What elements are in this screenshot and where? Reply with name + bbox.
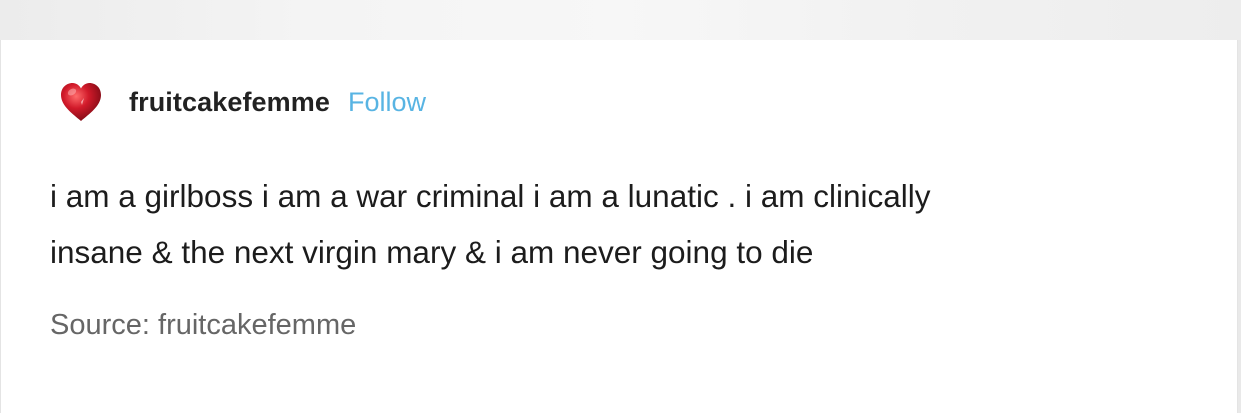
source-attribution: Source: fruitcakefemme bbox=[50, 309, 356, 342]
post-body-line: insane & the next virgin mary & i am nev… bbox=[50, 234, 814, 270]
source-link[interactable]: fruitcakefemme bbox=[158, 309, 356, 341]
follow-button[interactable]: Follow bbox=[348, 87, 426, 118]
post-card: fruitcakefemme Follow i am a girlboss i … bbox=[0, 40, 1238, 413]
top-background-strip bbox=[0, 0, 1241, 40]
post-body: i am a girlboss i am a war criminal i am… bbox=[50, 168, 1170, 280]
post-header: fruitcakefemme Follow bbox=[57, 78, 426, 126]
red-heart-icon[interactable] bbox=[57, 78, 105, 126]
source-label: Source: bbox=[50, 309, 150, 341]
post-body-line: i am a girlboss i am a war criminal i am… bbox=[50, 178, 931, 214]
author-username[interactable]: fruitcakefemme bbox=[129, 87, 330, 118]
